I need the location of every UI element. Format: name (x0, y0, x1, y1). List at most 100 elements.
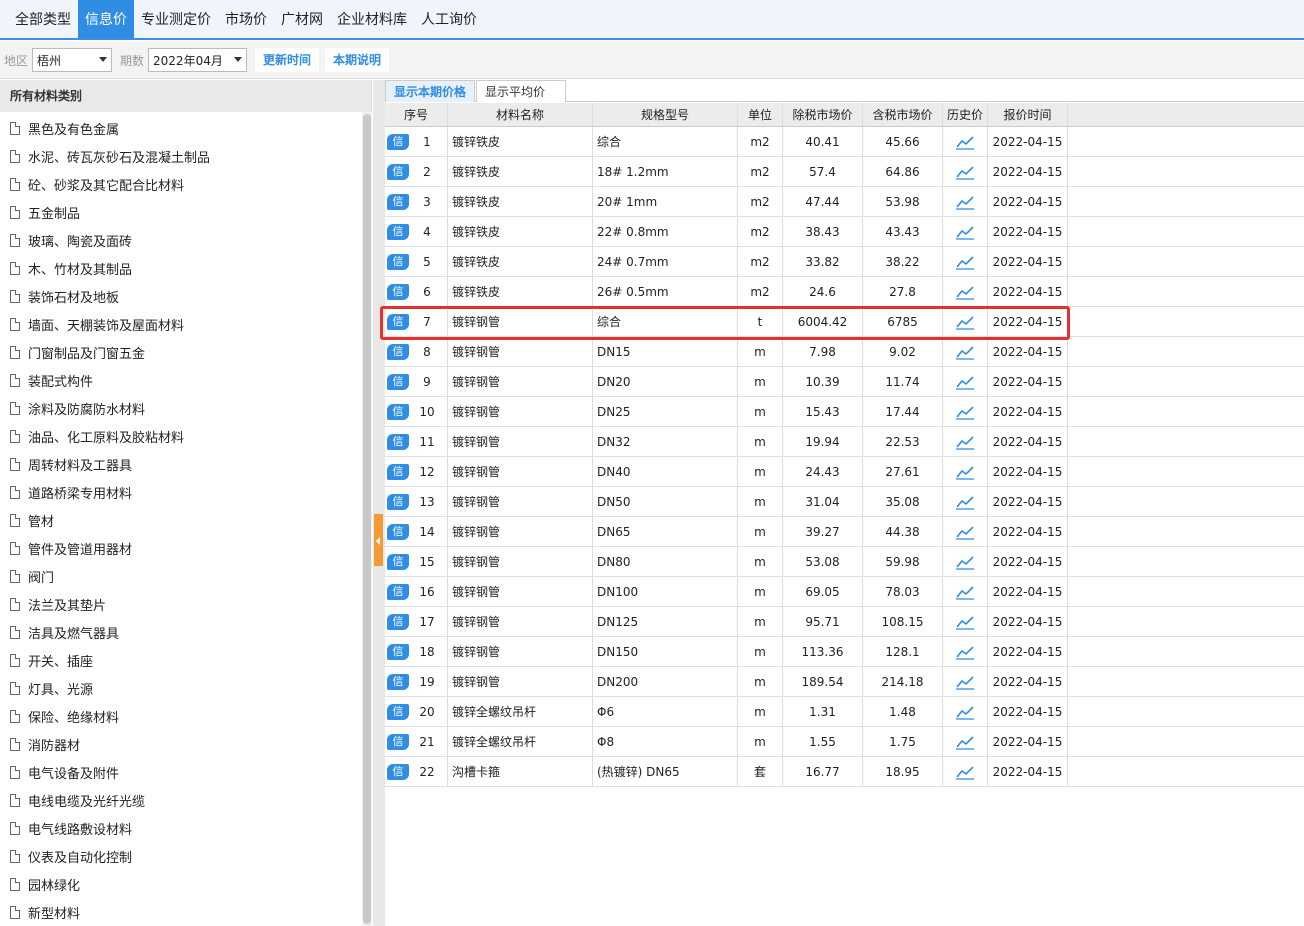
sidebar-item[interactable]: 管材 (0, 506, 371, 534)
info-badge-icon[interactable]: 信 (387, 163, 409, 180)
sidebar-item[interactable]: 电气设备及附件 (0, 758, 371, 786)
sidebar-item[interactable]: 涂料及防腐防水材料 (0, 394, 371, 422)
sidebar-item[interactable]: 阀门 (0, 562, 371, 590)
table-row[interactable]: 信 4 镀锌铁皮 22# 0.8mm m2 38.43 43.43 2022-04-15 (385, 217, 1304, 247)
table-row[interactable]: 信 21 镀锌全螺纹吊杆 Φ8 m 1.55 1.75 2022-04-15 (385, 727, 1304, 757)
history-chart-icon[interactable] (943, 757, 988, 786)
history-chart-icon[interactable] (943, 187, 988, 216)
table-row[interactable]: 信 1 镀锌铁皮 综合 m2 40.41 45.66 2022-04-15 (385, 127, 1304, 157)
history-chart-icon[interactable] (943, 517, 988, 546)
col-quote-date[interactable]: 报价时间 (988, 103, 1068, 126)
history-chart-icon[interactable] (943, 547, 988, 576)
table-row[interactable]: 信 7 镀锌钢管 综合 t 6004.42 6785 2022-04-15 (385, 307, 1304, 337)
info-badge-icon[interactable]: 信 (387, 253, 409, 270)
region-select[interactable]: 梧州 (32, 48, 113, 72)
update-time-button[interactable]: 更新时间 (255, 48, 320, 72)
info-badge-icon[interactable]: 信 (387, 673, 409, 690)
period-select[interactable]: 2022年04月 (148, 48, 248, 72)
table-row[interactable]: 信 10 镀锌钢管 DN25 m 15.43 17.44 2022-04-15 (385, 397, 1304, 427)
sidebar-item[interactable]: 周转材料及工器具 (0, 450, 371, 478)
sidebar-item[interactable]: 洁具及燃气器具 (0, 618, 371, 646)
history-chart-icon[interactable] (943, 307, 988, 336)
sidebar-item[interactable]: 黑色及有色金属 (0, 114, 371, 142)
col-price-incl-tax[interactable]: 含税市场价 (863, 103, 943, 126)
table-row[interactable]: 信 11 镀锌钢管 DN32 m 19.94 22.53 2022-04-15 (385, 427, 1304, 457)
sidebar-item[interactable]: 新型材料 (0, 898, 371, 926)
history-chart-icon[interactable] (943, 247, 988, 276)
tab-all-types[interactable]: 全部类型 (8, 0, 78, 38)
table-row[interactable]: 信 6 镀锌铁皮 26# 0.5mm m2 24.6 27.8 2022-04-15 (385, 277, 1304, 307)
col-unit[interactable]: 单位 (738, 103, 783, 126)
info-badge-icon[interactable]: 信 (387, 553, 409, 570)
table-row[interactable]: 信 14 镀锌钢管 DN65 m 39.27 44.38 2022-04-15 (385, 517, 1304, 547)
info-badge-icon[interactable]: 信 (387, 583, 409, 600)
sidebar-item[interactable]: 木、竹材及其制品 (0, 254, 371, 282)
table-row[interactable]: 信 12 镀锌钢管 DN40 m 24.43 27.61 2022-04-15 (385, 457, 1304, 487)
period-note-button[interactable]: 本期说明 (325, 48, 390, 72)
sidebar-item[interactable]: 水泥、砖瓦灰砂石及混凝土制品 (0, 142, 371, 170)
table-row[interactable]: 信 13 镀锌钢管 DN50 m 31.04 35.08 2022-04-15 (385, 487, 1304, 517)
history-chart-icon[interactable] (943, 277, 988, 306)
scrollbar-thumb[interactable] (363, 114, 371, 924)
table-row[interactable]: 信 2 镀锌铁皮 18# 1.2mm m2 57.4 64.86 2022-04-15 (385, 157, 1304, 187)
table-row[interactable]: 信 15 镀锌钢管 DN80 m 53.08 59.98 2022-04-15 (385, 547, 1304, 577)
sidebar-item[interactable]: 灯具、光源 (0, 674, 371, 702)
info-badge-icon[interactable]: 信 (387, 703, 409, 720)
info-badge-icon[interactable]: 信 (387, 133, 409, 150)
sidebar-item[interactable]: 园林绿化 (0, 870, 371, 898)
info-badge-icon[interactable]: 信 (387, 313, 409, 330)
table-row[interactable]: 信 5 镀锌铁皮 24# 0.7mm m2 33.82 38.22 2022-04-15 (385, 247, 1304, 277)
history-chart-icon[interactable] (943, 607, 988, 636)
table-row[interactable]: 信 9 镀锌钢管 DN20 m 10.39 11.74 2022-04-15 (385, 367, 1304, 397)
sidebar-item[interactable]: 油品、化工原料及胶粘材料 (0, 422, 371, 450)
info-badge-icon[interactable]: 信 (387, 613, 409, 630)
sidebar-item[interactable]: 法兰及其垫片 (0, 590, 371, 618)
info-badge-icon[interactable]: 信 (387, 283, 409, 300)
history-chart-icon[interactable] (943, 217, 988, 246)
table-row[interactable]: 信 16 镀锌钢管 DN100 m 69.05 78.03 2022-04-15 (385, 577, 1304, 607)
table-row[interactable]: 信 19 镀锌钢管 DN200 m 189.54 214.18 2022-04-15 (385, 667, 1304, 697)
tab-current-price[interactable]: 显示本期价格 (385, 80, 476, 102)
info-badge-icon[interactable]: 信 (387, 403, 409, 420)
panel-splitter[interactable] (373, 80, 385, 926)
sidebar-item[interactable]: 保险、绝缘材料 (0, 702, 371, 730)
history-chart-icon[interactable] (943, 577, 988, 606)
history-chart-icon[interactable] (943, 337, 988, 366)
sidebar-item[interactable]: 管件及管道用器材 (0, 534, 371, 562)
tab-professional-price[interactable]: 专业测定价 (134, 0, 218, 38)
sidebar-item[interactable]: 门窗制品及门窗五金 (0, 338, 371, 366)
info-badge-icon[interactable]: 信 (387, 733, 409, 750)
history-chart-icon[interactable] (943, 157, 988, 186)
sidebar-item[interactable]: 开关、插座 (0, 646, 371, 674)
col-index[interactable]: 序号 (385, 103, 448, 126)
sidebar-item[interactable]: 砼、砂浆及其它配合比材料 (0, 170, 371, 198)
collapse-sidebar-button[interactable] (374, 514, 383, 566)
sidebar-scrollbar[interactable] (362, 112, 372, 926)
sidebar-item[interactable]: 电气线路敷设材料 (0, 814, 371, 842)
history-chart-icon[interactable] (943, 637, 988, 666)
tab-average-price[interactable]: 显示平均价 (476, 80, 567, 102)
tab-market-price[interactable]: 市场价 (218, 0, 274, 38)
history-chart-icon[interactable] (943, 727, 988, 756)
table-row[interactable]: 信 20 镀锌全螺纹吊杆 Φ6 m 1.31 1.48 2022-04-15 (385, 697, 1304, 727)
tab-manual-inquiry[interactable]: 人工询价 (414, 0, 484, 38)
sidebar-item[interactable]: 五金制品 (0, 198, 371, 226)
table-row[interactable]: 信 22 沟槽卡箍 (热镀锌) DN65 套 16.77 18.95 2022-04-15 (385, 757, 1304, 787)
history-chart-icon[interactable] (943, 457, 988, 486)
info-badge-icon[interactable]: 信 (387, 193, 409, 210)
history-chart-icon[interactable] (943, 127, 988, 156)
sidebar-item[interactable]: 电线电缆及光纤光缆 (0, 786, 371, 814)
table-row[interactable]: 信 8 镀锌钢管 DN15 m 7.98 9.02 2022-04-15 (385, 337, 1304, 367)
sidebar-item[interactable]: 装配式构件 (0, 366, 371, 394)
sidebar-item[interactable]: 仪表及自动化控制 (0, 842, 371, 870)
table-row[interactable]: 信 3 镀锌铁皮 20# 1mm m2 47.44 53.98 2022-04-15 (385, 187, 1304, 217)
sidebar-item[interactable]: 道路桥梁专用材料 (0, 478, 371, 506)
info-badge-icon[interactable]: 信 (387, 643, 409, 660)
history-chart-icon[interactable] (943, 367, 988, 396)
sidebar-item[interactable]: 玻璃、陶瓷及面砖 (0, 226, 371, 254)
table-row[interactable]: 信 17 镀锌钢管 DN125 m 95.71 108.15 2022-04-15 (385, 607, 1304, 637)
info-badge-icon[interactable]: 信 (387, 373, 409, 390)
history-chart-icon[interactable] (943, 487, 988, 516)
info-badge-icon[interactable]: 信 (387, 493, 409, 510)
history-chart-icon[interactable] (943, 667, 988, 696)
